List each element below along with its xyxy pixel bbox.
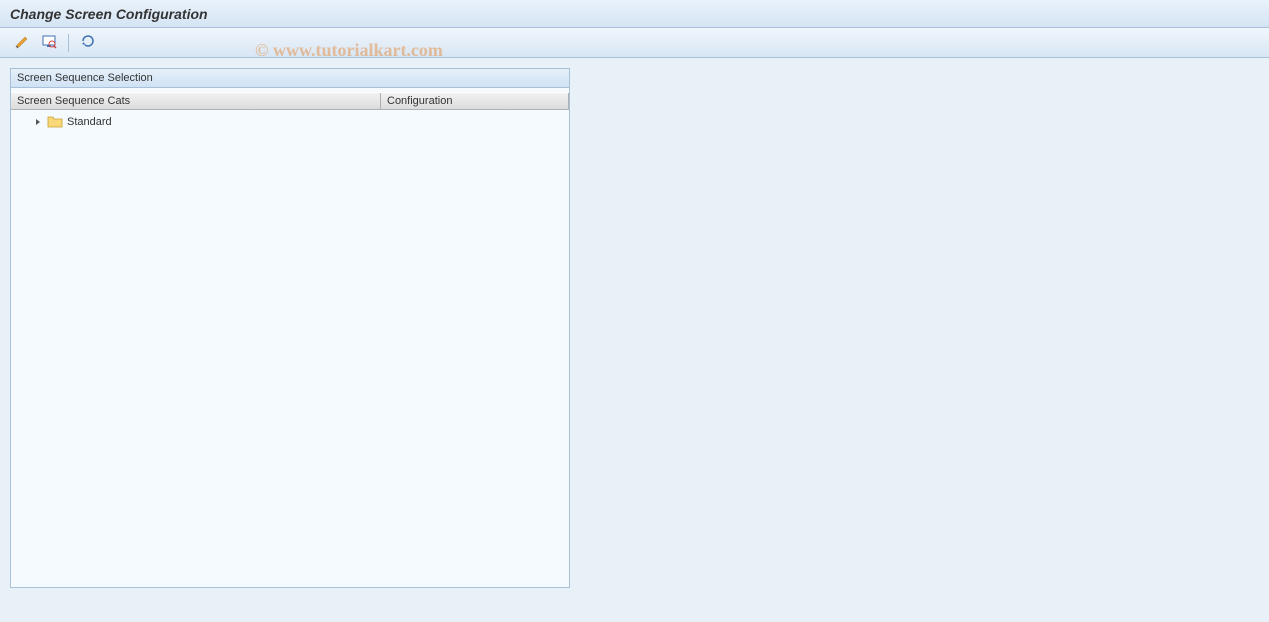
tree-label: Standard [67, 116, 112, 128]
other-object-button[interactable] [77, 32, 99, 54]
column-header-config[interactable]: Configuration [381, 93, 569, 109]
table-header: Screen Sequence Cats Configuration [11, 92, 569, 110]
other-object-icon [80, 33, 96, 52]
toolbar [0, 28, 1269, 58]
display-change-button[interactable] [38, 32, 60, 54]
column-header-cats[interactable]: Screen Sequence Cats [11, 93, 381, 109]
tree-area: Standard [11, 110, 569, 587]
display-change-icon [41, 33, 57, 52]
main-area: Screen Sequence Selection Screen Sequenc… [0, 58, 1269, 622]
screen-sequence-panel: Screen Sequence Selection Screen Sequenc… [10, 68, 570, 588]
toolbar-separator [68, 34, 69, 52]
title-bar: Change Screen Configuration [0, 0, 1269, 28]
tree-node-standard[interactable]: Standard [11, 113, 569, 131]
page-title: Change Screen Configuration [10, 6, 208, 22]
folder-icon [47, 115, 63, 129]
expand-icon[interactable] [33, 117, 43, 127]
change-button[interactable] [12, 32, 34, 54]
panel-title: Screen Sequence Selection [11, 69, 569, 88]
pencil-glasses-icon [15, 33, 31, 52]
